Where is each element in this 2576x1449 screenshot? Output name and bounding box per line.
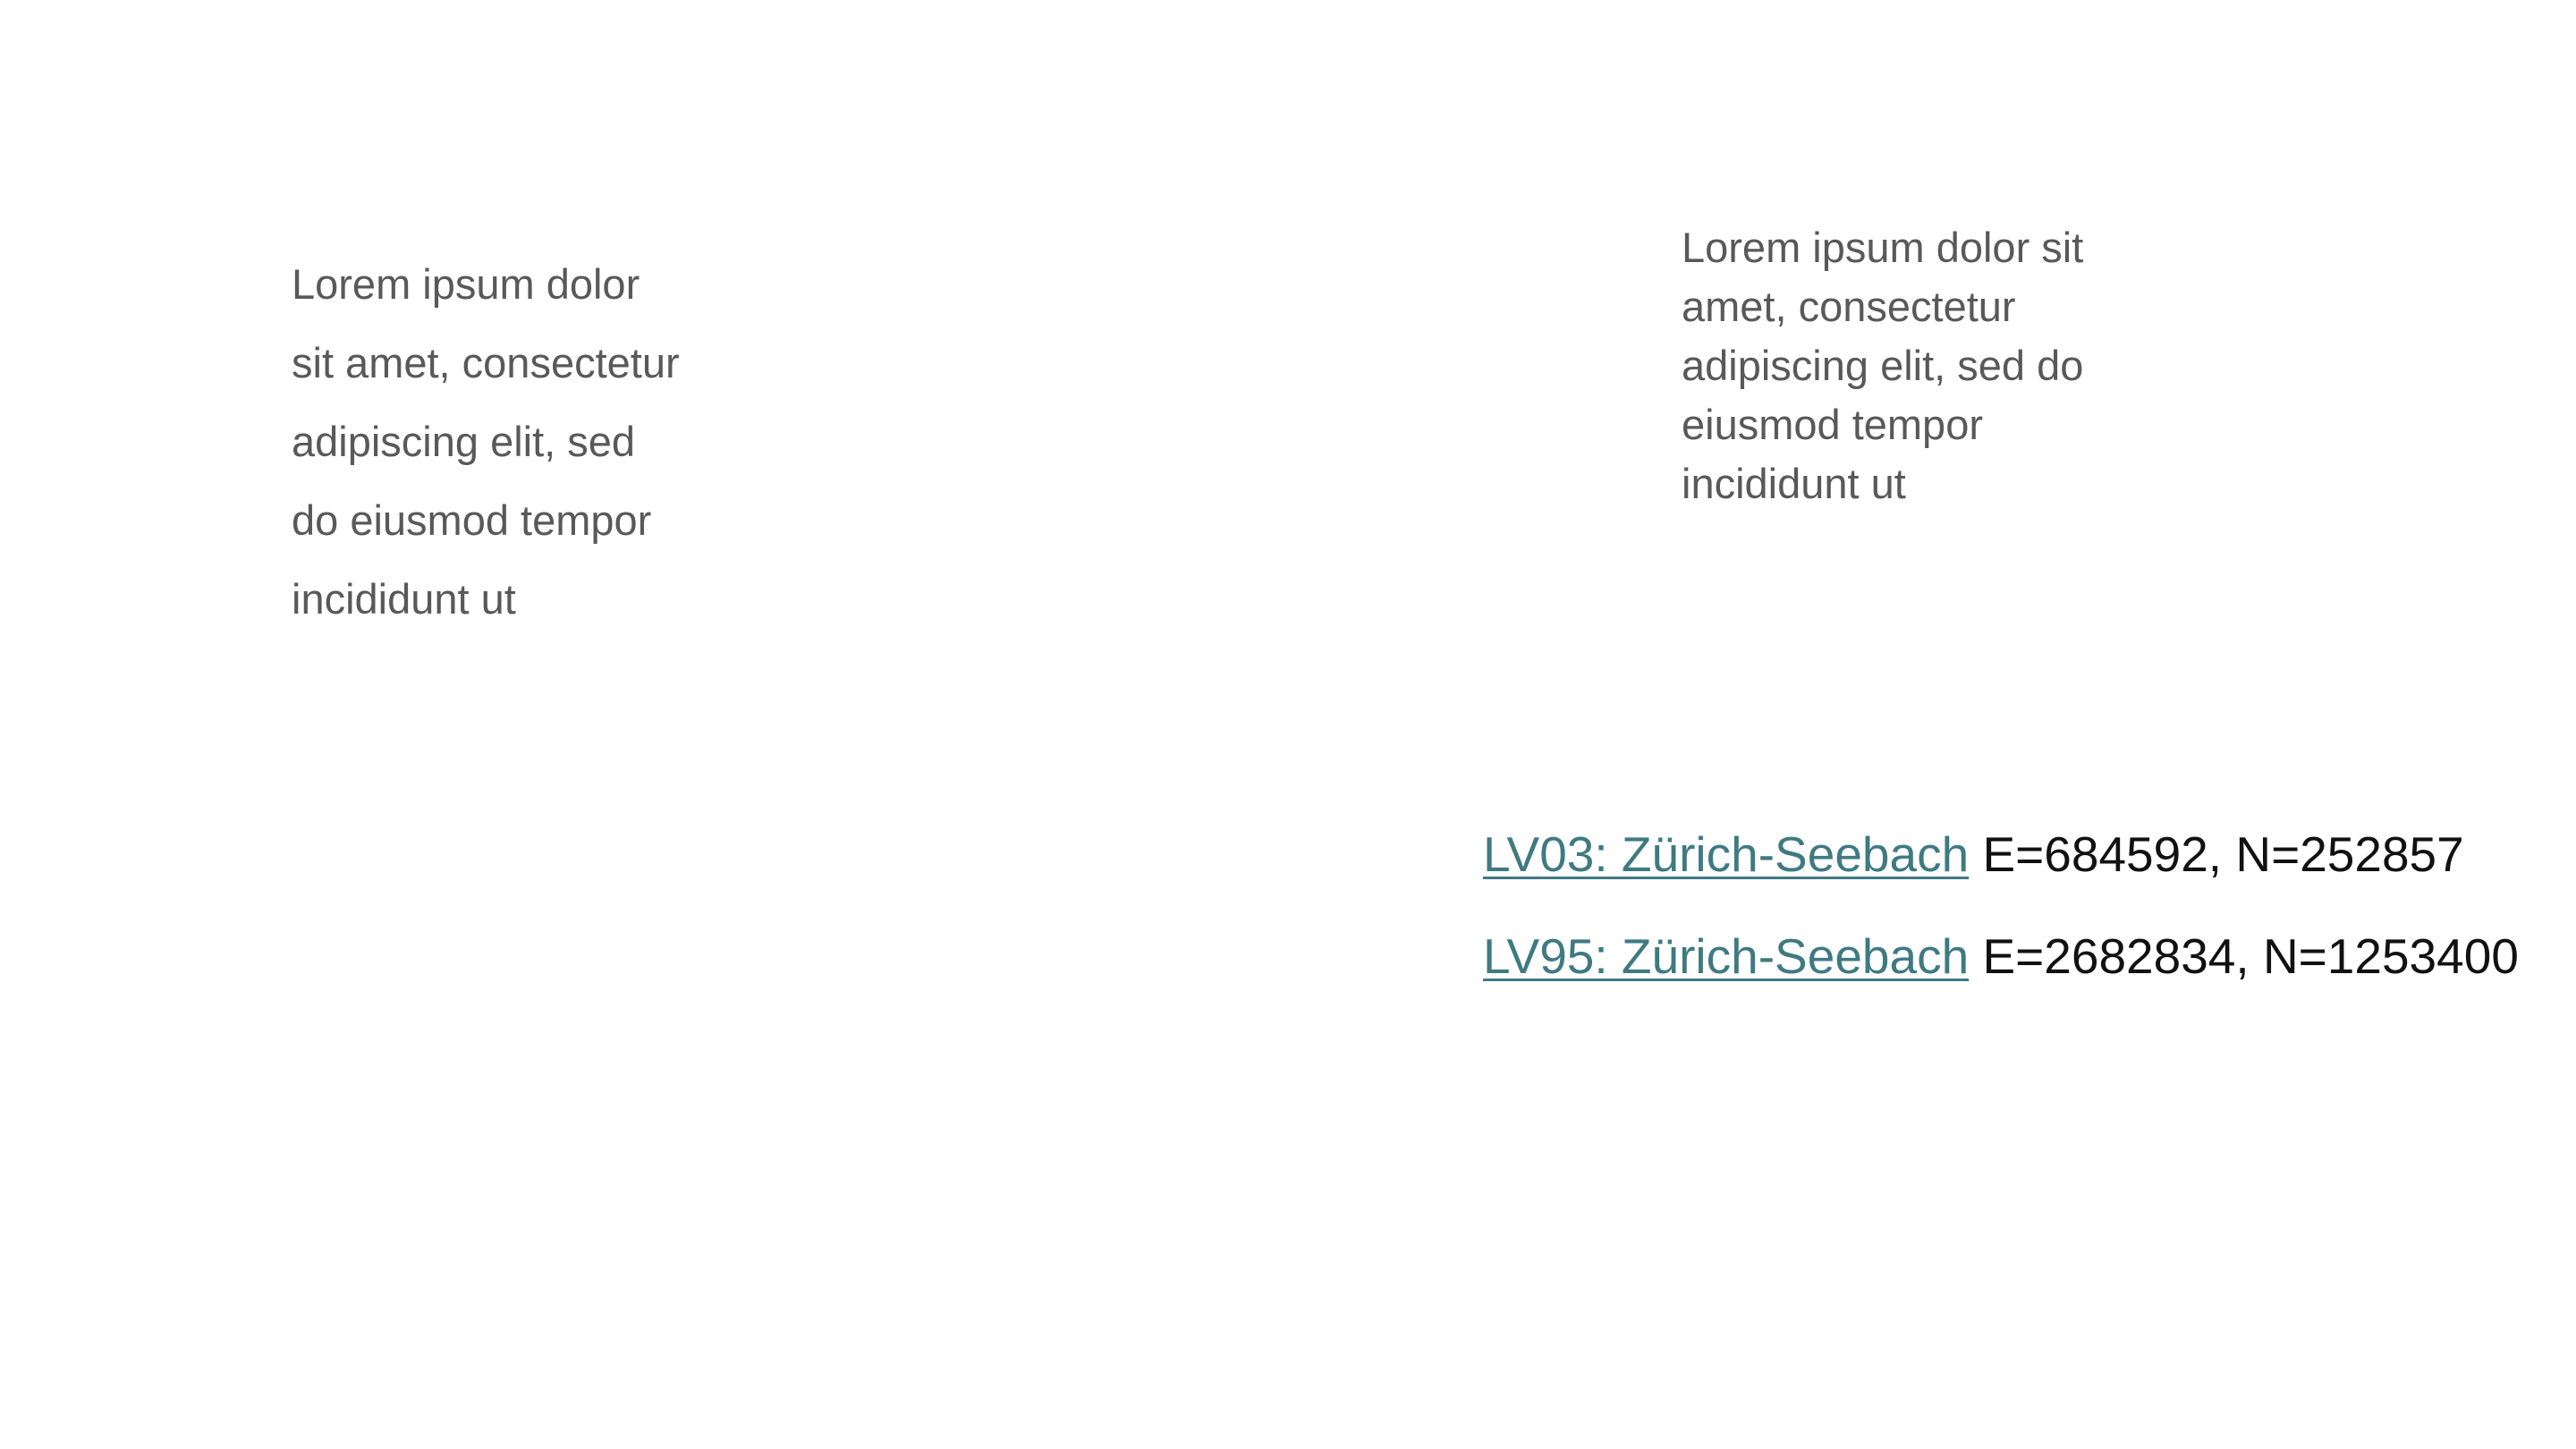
left-text-line: incididunt ut	[292, 575, 516, 623]
right-text-block: Lorem ipsum dolor sit amet, consectetur …	[1682, 218, 2083, 513]
left-text-block: Lorem ipsum dolor sit amet, consectetur …	[292, 245, 680, 639]
right-text-line: Lorem ipsum dolor sit	[1682, 224, 2084, 271]
coordinate-list: LV03: Zürich-Seebach E=684592, N=252857 …	[1483, 803, 2519, 1007]
lv95-coordinates-value: E=2682834, N=1253400	[1982, 928, 2519, 984]
lv03-coordinates-value: E=684592, N=252857	[1982, 826, 2464, 882]
left-text-line: adipiscing elit, sed	[292, 418, 636, 465]
coordinate-row-lv03: LV03: Zürich-Seebach E=684592, N=252857	[1483, 803, 2519, 905]
left-text-line: do eiusmod tempor	[292, 496, 652, 544]
left-text-line: sit amet, consectetur	[292, 339, 680, 386]
right-text-line: adipiscing elit, sed do	[1682, 342, 2084, 389]
lv03-location-link[interactable]: LV03: Zürich-Seebach	[1483, 826, 1969, 882]
right-text-line: eiusmod tempor	[1682, 401, 1983, 448]
right-text-line: amet, consectetur	[1682, 283, 2016, 330]
left-text-line: Lorem ipsum dolor	[292, 260, 640, 308]
coordinate-row-lv95: LV95: Zürich-Seebach E=2682834, N=125340…	[1483, 905, 2519, 1007]
right-text-line: incididunt ut	[1682, 460, 1906, 507]
page: Lorem ipsum dolor sit amet, consectetur …	[0, 0, 2576, 1449]
lv95-location-link[interactable]: LV95: Zürich-Seebach	[1483, 928, 1969, 984]
